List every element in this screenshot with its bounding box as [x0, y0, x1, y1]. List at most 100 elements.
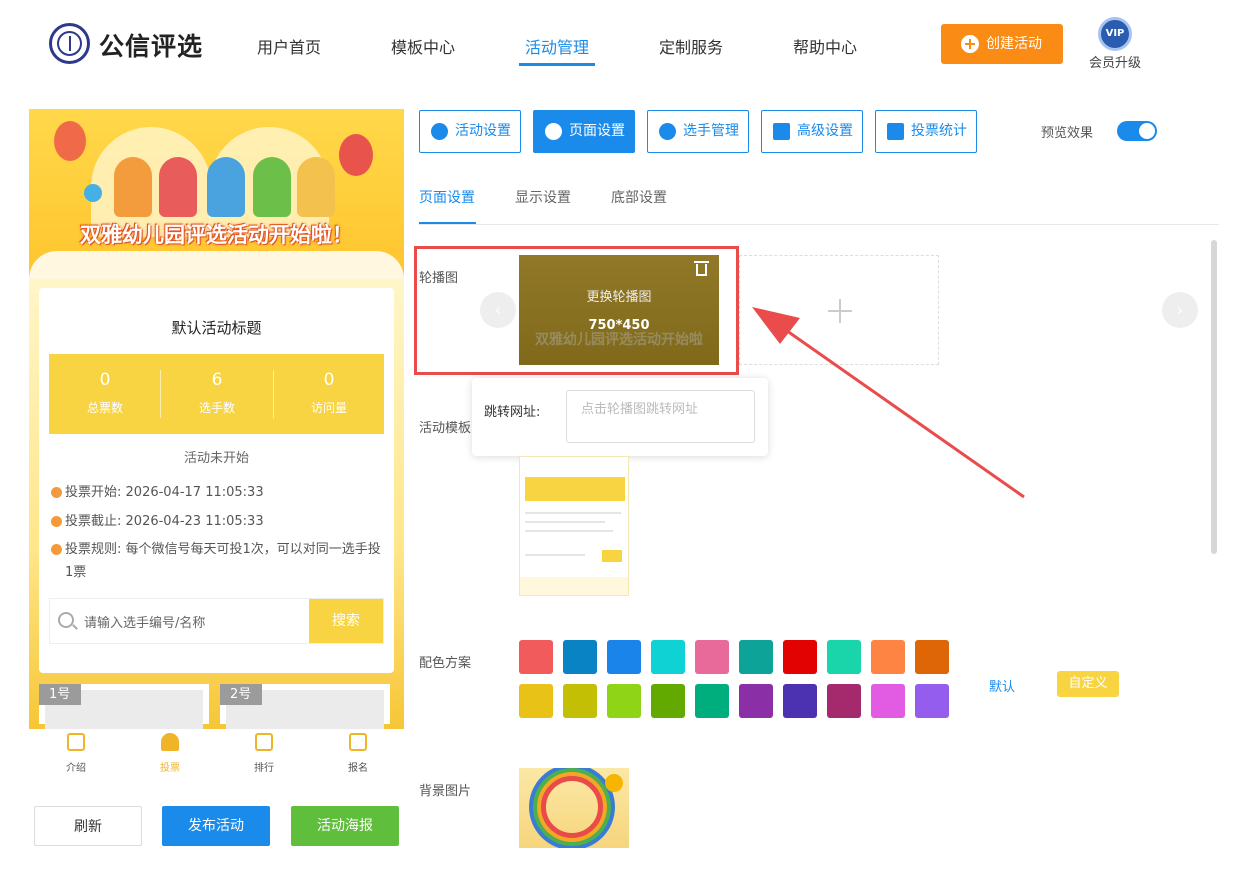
mobile-preview: 双雅幼儿园评选活动开始啦！ 默认活动标题 0 总票数 6 选手数 0 访问量 活… [29, 109, 404, 849]
scrollbar[interactable] [1211, 240, 1217, 554]
kid-illustration [114, 157, 152, 217]
color-swatch[interactable] [739, 684, 773, 718]
nav-user-home[interactable]: 用户首页 [257, 34, 321, 58]
refresh-button[interactable]: 刷新 [34, 806, 142, 846]
gear-icon [545, 123, 562, 140]
player-search-box: 请输入选手编号/名称 搜索 [49, 598, 384, 644]
jump-url-input[interactable] [566, 390, 755, 443]
balloon-icon [54, 121, 86, 161]
color-swatch[interactable] [519, 640, 553, 674]
background-thumbnail[interactable] [519, 768, 629, 848]
nav-help-center[interactable]: 帮助中心 [793, 34, 857, 58]
search-icon [58, 612, 74, 628]
color-swatch[interactable] [739, 640, 773, 674]
activity-poster-button[interactable]: 活动海报 [291, 806, 399, 846]
stat-value: 0 [323, 370, 335, 390]
stat-visits: 0 访问量 [273, 354, 385, 434]
annotation-arrow [752, 307, 1025, 499]
thumb-stats-bar [525, 477, 625, 501]
users-icon [659, 123, 676, 140]
preview-tabbar: 介绍 投票 排行 报名 [29, 729, 404, 783]
toolbar-label: 投票统计 [911, 123, 967, 139]
tab-ranking[interactable]: 排行 [217, 729, 311, 783]
player-card[interactable]: 2号 [220, 684, 390, 730]
banner-cloud [29, 251, 404, 279]
color-swatch[interactable] [783, 684, 817, 718]
tab-vote-statistics[interactable]: 投票统计 [875, 110, 977, 153]
clock-icon [51, 516, 62, 527]
stat-label: 访问量 [310, 401, 347, 415]
toolbar-label: 选手管理 [683, 123, 739, 139]
color-swatch[interactable] [563, 684, 597, 718]
template-thumbnail[interactable] [519, 456, 629, 596]
nav-custom-service[interactable]: 定制服务 [659, 34, 723, 58]
player-number-tag: 1号 [39, 684, 81, 705]
default-color-link[interactable]: 默认 [989, 676, 1015, 695]
ranking-icon [255, 733, 273, 751]
color-swatch[interactable] [651, 684, 685, 718]
color-swatch[interactable] [827, 684, 861, 718]
color-swatch[interactable] [783, 640, 817, 674]
color-swatch[interactable] [519, 684, 553, 718]
stat-player-count: 6 选手数 [161, 354, 273, 434]
arrow-head [752, 307, 800, 344]
publish-activity-button[interactable]: 发布活动 [162, 806, 270, 846]
tab-label: 投票 [160, 763, 180, 774]
tab-vote[interactable]: 投票 [123, 729, 217, 783]
logo-emblem-icon [49, 23, 90, 64]
search-button[interactable]: 搜索 [309, 599, 383, 643]
color-swatch[interactable] [915, 684, 949, 718]
nav-active-underline [519, 63, 595, 66]
link-popover: 跳转网址: [472, 378, 768, 456]
tab-label: 排行 [254, 763, 274, 774]
sun-illustration [605, 774, 623, 792]
preview-banner: 双雅幼儿园评选活动开始啦！ [29, 109, 404, 279]
color-swatch[interactable] [695, 640, 729, 674]
clock-icon [51, 487, 62, 498]
create-activity-button[interactable]: 创建活动 [941, 24, 1063, 64]
template-label: 活动模板 [419, 421, 472, 436]
color-swatch[interactable] [607, 684, 641, 718]
tab-activity-settings[interactable]: 活动设置 [419, 110, 521, 153]
member-upgrade-link[interactable]: 会员升级 [1089, 52, 1141, 71]
stat-total-votes: 0 总票数 [49, 354, 161, 434]
color-swatch[interactable] [915, 640, 949, 674]
top-header: 公信评选 用户首页 模板中心 活动管理 定制服务 帮助中心 创建活动 VIP 会… [0, 0, 1245, 90]
balloon-icon [84, 184, 102, 202]
subtab-display-settings[interactable]: 显示设置 [515, 187, 571, 207]
tab-label: 介绍 [66, 763, 86, 774]
color-swatch[interactable] [607, 640, 641, 674]
color-swatch[interactable] [563, 640, 597, 674]
nav-activity-management[interactable]: 活动管理 [525, 34, 589, 58]
color-swatch[interactable] [695, 684, 729, 718]
color-swatch[interactable] [871, 684, 905, 718]
tab-player-management[interactable]: 选手管理 [647, 110, 749, 153]
color-swatch[interactable] [871, 640, 905, 674]
search-input[interactable]: 请输入选手编号/名称 [84, 612, 205, 631]
stats-panel: 0 总票数 6 选手数 0 访问量 [49, 354, 384, 434]
carousel-next-button[interactable]: › [1162, 292, 1198, 328]
vip-badge-icon[interactable]: VIP [1098, 17, 1132, 51]
tab-intro[interactable]: 介绍 [29, 729, 123, 783]
tab-page-settings[interactable]: 页面设置 [533, 110, 635, 153]
activity-status: 活动未开始 [183, 451, 249, 466]
color-swatch[interactable] [651, 640, 685, 674]
signup-icon [349, 733, 367, 751]
info-value: 2026-04-23 11:05:33 [125, 514, 264, 529]
tab-signup[interactable]: 报名 [311, 729, 405, 783]
color-swatch[interactable] [827, 640, 861, 674]
toolbar-label: 高级设置 [797, 123, 853, 139]
color-scheme-label: 配色方案 [419, 656, 472, 671]
subtab-page-settings[interactable]: 页面设置 [419, 187, 475, 207]
player-number-tag: 2号 [220, 684, 262, 705]
nav-template-center[interactable]: 模板中心 [391, 34, 455, 58]
tab-label: 报名 [348, 763, 368, 774]
preview-toggle[interactable] [1117, 121, 1157, 141]
subtab-footer-settings[interactable]: 底部设置 [611, 187, 667, 207]
activity-title: 默认活动标题 [171, 319, 262, 337]
custom-color-button[interactable]: 自定义 [1057, 671, 1119, 697]
activity-card: 默认活动标题 0 总票数 6 选手数 0 访问量 活动未开始 投票开始: 202… [39, 288, 394, 673]
player-card[interactable]: 1号 [39, 684, 209, 730]
rainbow-illustration [541, 776, 603, 838]
tab-advanced-settings[interactable]: 高级设置 [761, 110, 863, 153]
